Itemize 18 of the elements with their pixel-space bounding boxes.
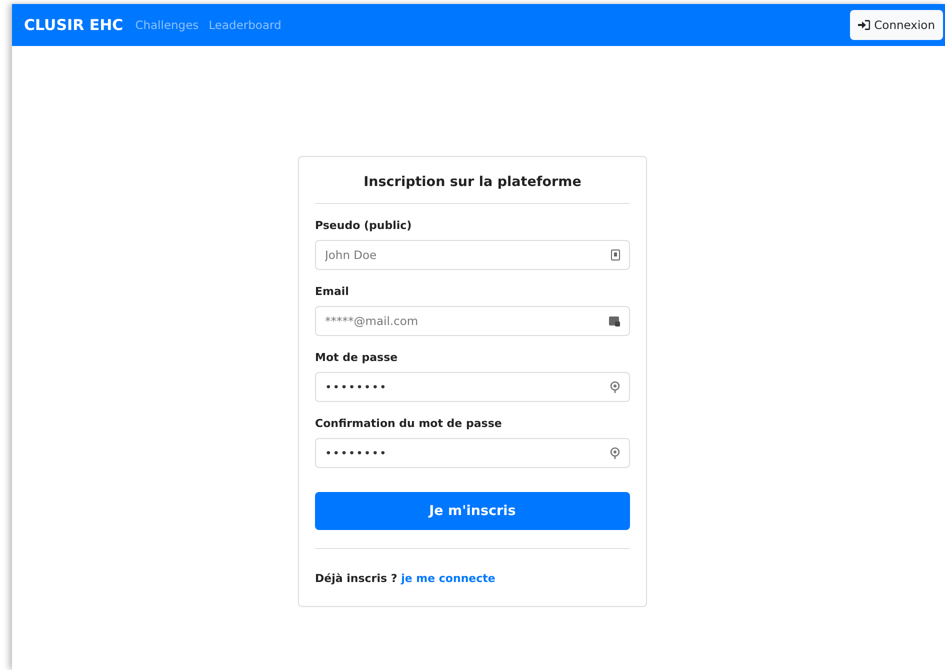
- sign-in-icon: [858, 20, 870, 30]
- card-icon: [609, 316, 620, 326]
- nav-link[interactable]: Leaderboard: [208, 18, 282, 32]
- brand[interactable]: CLUSIR EHC: [24, 16, 124, 34]
- nav-link[interactable]: Challenges: [135, 18, 199, 32]
- password-field[interactable]: ••••••••: [315, 438, 630, 468]
- submit-button[interactable]: Je m'inscris: [315, 492, 630, 530]
- field-label: Pseudo (public): [315, 219, 413, 232]
- login-link[interactable]: je me connecte: [401, 572, 496, 585]
- login-button[interactable]: Connexion: [850, 10, 943, 40]
- id-card-icon: [611, 250, 620, 260]
- field-label: Mot de passe: [315, 351, 399, 364]
- password-field[interactable]: ••••••••: [315, 372, 630, 402]
- form-title: Inscription sur la plateforme: [315, 157, 630, 204]
- field-label: Confirmation du mot de passe: [315, 417, 503, 430]
- input-field[interactable]: *****@mail.com: [315, 306, 630, 336]
- footer-text: Déjà inscris ? je me connecte: [315, 572, 496, 585]
- field-label: Email: [315, 285, 350, 298]
